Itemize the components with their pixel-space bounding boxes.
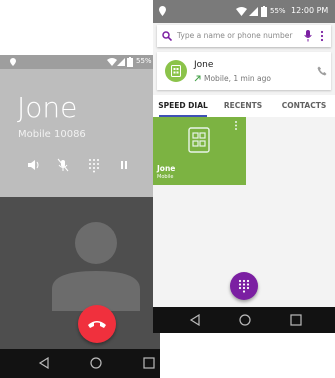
search-bar[interactable]: Type a name or phone number xyxy=(157,25,331,47)
caller-name: Jone xyxy=(17,91,78,124)
recent-contact-name: Jone xyxy=(194,60,214,70)
recent-call-card[interactable]: Jone Mobile, 1 min ago xyxy=(157,52,331,90)
speed-dial-name: Jone xyxy=(157,164,176,173)
speed-dial-tile[interactable]: Jone Mobile xyxy=(153,117,246,185)
call-icon[interactable] xyxy=(317,66,327,76)
tab-contacts[interactable]: CONTACTS xyxy=(273,95,335,117)
signal-icon xyxy=(249,7,258,16)
recents-icon[interactable] xyxy=(290,314,302,326)
mute-icon[interactable] xyxy=(53,157,73,173)
location-icon xyxy=(159,6,166,16)
battery-icon xyxy=(127,57,133,67)
contact-card-icon xyxy=(188,127,210,153)
back-icon[interactable] xyxy=(189,314,201,326)
more-options-icon[interactable] xyxy=(320,30,324,42)
home-icon[interactable] xyxy=(239,314,251,326)
battery-level: 55% xyxy=(270,7,286,15)
search-icon xyxy=(162,31,172,41)
tab-speed-dial[interactable]: SPEED DIAL xyxy=(153,95,213,117)
battery-level: 55% xyxy=(136,57,152,65)
speaker-icon[interactable] xyxy=(23,157,43,173)
dialer-screen: 55% 12:00 PM Type a name or phone number… xyxy=(153,0,335,333)
dialpad-icon xyxy=(238,279,250,293)
dialpad-icon[interactable] xyxy=(84,157,104,173)
caller-number: Mobile 10086 xyxy=(18,129,86,140)
navigation-bar xyxy=(153,307,335,333)
avatar xyxy=(165,60,187,82)
signal-icon xyxy=(117,58,125,66)
recents-icon[interactable] xyxy=(143,357,155,369)
back-icon[interactable] xyxy=(38,357,50,369)
dialpad-button[interactable] xyxy=(230,272,258,300)
wifi-icon xyxy=(107,58,117,66)
battery-icon xyxy=(261,6,267,17)
hang-up-icon xyxy=(88,321,106,328)
search-input[interactable]: Type a name or phone number xyxy=(177,31,292,40)
contact-card-icon xyxy=(171,65,181,77)
location-icon xyxy=(10,58,16,66)
end-call-button[interactable] xyxy=(78,305,116,343)
recent-call-detail: Mobile, 1 min ago xyxy=(204,74,271,83)
home-icon[interactable] xyxy=(90,357,102,369)
navigation-bar xyxy=(0,349,160,378)
speed-dial-type: Mobile xyxy=(157,174,174,180)
hold-icon[interactable] xyxy=(114,157,134,173)
tab-recents[interactable]: RECENTS xyxy=(213,95,273,117)
outgoing-call-icon xyxy=(194,75,201,82)
wifi-icon xyxy=(236,7,247,16)
microphone-icon[interactable] xyxy=(304,30,312,42)
in-call-screen: 55% Jone Mobile 10086 xyxy=(0,55,160,378)
status-bar: 55% xyxy=(0,55,160,69)
person-icon xyxy=(52,222,140,311)
tab-bar: SPEED DIAL RECENTS CONTACTS xyxy=(153,95,335,117)
status-bar: 55% 12:00 PM xyxy=(153,0,335,23)
more-options-icon[interactable] xyxy=(234,120,238,131)
call-header: Jone Mobile 10086 xyxy=(0,69,160,197)
status-time: 12:00 PM xyxy=(291,6,329,15)
